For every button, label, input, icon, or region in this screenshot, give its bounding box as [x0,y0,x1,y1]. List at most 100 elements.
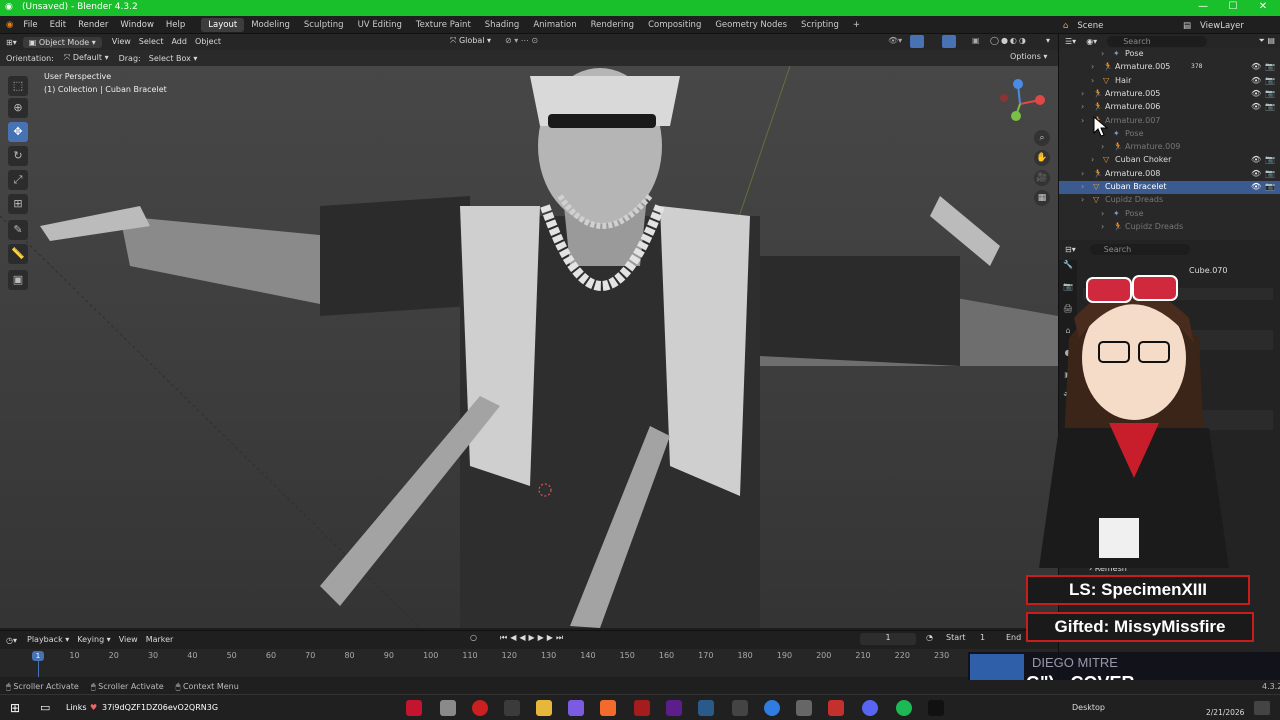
add-menu[interactable]: Add [167,36,191,48]
select-menu[interactable]: Select [135,36,168,48]
playhead[interactable]: 1 [32,651,44,661]
visibility-eye-icon[interactable]: 👁 [1251,102,1261,111]
start-field[interactable]: 1 [980,633,985,642]
marker-menu[interactable]: Marker [142,634,178,646]
object-menu[interactable]: Object [191,36,225,48]
expand-toggle-icon[interactable]: › [1101,142,1104,151]
minimize-button[interactable]: — [1188,1,1218,12]
app-taskbar-icon[interactable] [440,700,456,716]
expand-toggle-icon[interactable]: › [1101,209,1104,218]
display-mode-icon[interactable]: ◉▾ [1082,37,1101,46]
outliner-editor-icon[interactable]: ☰▾ [1059,37,1082,46]
chat-taskbar-icon[interactable] [568,700,584,716]
timeline-editor-icon[interactable]: ◷▾ [0,636,23,645]
acrobat-taskbar-icon[interactable] [406,700,422,716]
visibility-eye-icon[interactable]: 👁 [1251,62,1261,71]
outliner-row[interactable]: › 🏃 Armature.005 👁 📷 [1059,88,1280,101]
render-camera-icon[interactable]: 📷 [1265,62,1275,71]
timeline-ruler[interactable]: 1102030405060708090100110120130140150160… [0,649,1058,677]
visibility-eye-icon[interactable]: 👁 [1251,182,1261,191]
menu-file[interactable]: File [17,20,43,30]
menu-render[interactable]: Render [72,20,114,30]
ortho-toggle-icon[interactable]: ▦ [1034,190,1050,206]
links-toolbar[interactable]: Links [66,703,87,712]
tweak-tool-icon[interactable]: ⬚ [8,76,28,96]
transform-tool-icon[interactable]: ⊞ [8,194,28,214]
maximize-button[interactable]: ☐ [1218,1,1248,12]
keyboard-taskbar-icon[interactable] [732,700,748,716]
outliner-row[interactable]: › 🏃 Armature.006 👁 📷 [1059,101,1280,114]
visibility-eye-icon[interactable]: 👁 [1251,169,1261,178]
tool-taskbar-icon[interactable] [796,700,812,716]
desktop-toolbar[interactable]: Desktop [1072,703,1105,712]
render-camera-icon[interactable]: 📷 [1265,76,1275,85]
annotate-tool-icon[interactable]: ✎ [8,220,28,240]
playback-menu[interactable]: Playback ▾ [23,634,73,646]
expand-toggle-icon[interactable]: › [1081,169,1084,178]
measure-tool-icon[interactable]: 📏 [8,244,28,264]
visibility-eye-icon[interactable]: 👁 [1251,155,1261,164]
cursor-tool-icon[interactable]: ⊕ [8,98,28,118]
tab-modeling[interactable]: Modeling [244,18,297,32]
outliner-row[interactable]: › 🏃 Armature.009 [1059,141,1280,154]
visibility-eye-icon[interactable]: 👁 [1251,76,1261,85]
menu-help[interactable]: Help [160,20,191,30]
xray-icon[interactable]: ▣ [972,36,980,45]
render-camera-icon[interactable]: 📷 [1265,182,1275,191]
notification-icon[interactable] [1254,701,1270,715]
navigation-gizmo[interactable] [996,74,1052,130]
tab-texture-paint[interactable]: Texture Paint [409,18,478,32]
expand-toggle-icon[interactable]: › [1081,89,1084,98]
rotate-tool-icon[interactable]: ↻ [8,146,28,166]
tab-uv-editing[interactable]: UV Editing [351,18,409,32]
mode-dropdown[interactable]: ▣ Object Mode ▾ [22,36,102,48]
outliner-row[interactable]: › 🏃 Armature.008 👁 📷 [1059,168,1280,181]
playback-controls[interactable]: ⏮◀◀▶▶▶⏭ [500,633,566,643]
move-tool-icon[interactable]: ✥ [8,122,28,142]
outliner-row[interactable]: › ▽ Cupidz Dreads [1059,194,1280,207]
spotify-uri[interactable]: 37i9dQZF1DZ06evO2QRN3G [102,703,218,712]
gizmo-toggle-icon[interactable] [910,35,924,48]
expand-toggle-icon[interactable]: › [1081,195,1084,204]
scene-selector[interactable]: ⌂ Scene [1060,19,1109,32]
outliner-row[interactable]: › ✦ Pose [1059,208,1280,221]
shading-options-icon[interactable]: ▾ [1046,36,1050,45]
outliner-row[interactable]: › ▽ Cuban Choker 👁 📷 [1059,154,1280,167]
view-layer-selector[interactable]: ▤ ViewLayer [1180,19,1250,32]
vs-taskbar-icon[interactable] [666,700,682,716]
snap-icon[interactable]: ⊘ ▾ ⋯ ⊙ [505,36,538,45]
timeline-view-menu[interactable]: View [115,634,142,646]
visibility-icon[interactable]: 👁▾ [888,36,902,45]
scale-tool-icon[interactable]: ⤢ [8,170,28,190]
blender-menu-icon[interactable]: ◉ [0,20,17,30]
keying-menu[interactable]: Keying ▾ [73,634,114,646]
expand-toggle-icon[interactable]: › [1091,62,1094,71]
spotify-taskbar-icon[interactable] [896,700,912,716]
orientation-dropdown[interactable]: ⤧ Default ▾ [58,53,115,63]
youtube-taskbar-icon[interactable] [828,700,844,716]
render-camera-icon[interactable]: 📷 [1265,102,1275,111]
tab-shading[interactable]: Shading [478,18,527,32]
opera-taskbar-icon[interactable] [472,700,488,716]
record-icon[interactable]: ○ [470,633,477,642]
tab-layout[interactable]: Layout [201,17,245,32]
overlay-toggle-icon[interactable] [942,35,956,48]
drag-dropdown[interactable]: Select Box ▾ [145,54,202,63]
launcher-taskbar-icon[interactable] [634,700,650,716]
add-cube-tool-icon[interactable]: ▣ [8,270,28,290]
expand-toggle-icon[interactable]: › [1101,222,1104,231]
shading-mode-icons[interactable]: ◯●◐◑ [990,36,1028,45]
outliner-search[interactable]: Search [1107,35,1208,47]
clock-icon[interactable]: ◔ [926,633,933,642]
tab-sculpting[interactable]: Sculpting [297,18,351,32]
filter-icon[interactable]: ⏷ ▤ [1252,36,1280,46]
discord-taskbar-icon[interactable] [862,700,878,716]
tab-geometry-nodes[interactable]: Geometry Nodes [708,18,794,32]
add-workspace-button[interactable]: + [846,18,867,32]
tab-animation[interactable]: Animation [526,18,583,32]
render-camera-icon[interactable]: 📷 [1265,155,1275,164]
steam-taskbar-icon[interactable] [698,700,714,716]
outliner-row[interactable]: › ▽ Hair 👁 📷 [1059,75,1280,88]
expand-toggle-icon[interactable]: › [1081,182,1084,191]
zoom-icon[interactable]: ⌕ [1034,130,1050,146]
